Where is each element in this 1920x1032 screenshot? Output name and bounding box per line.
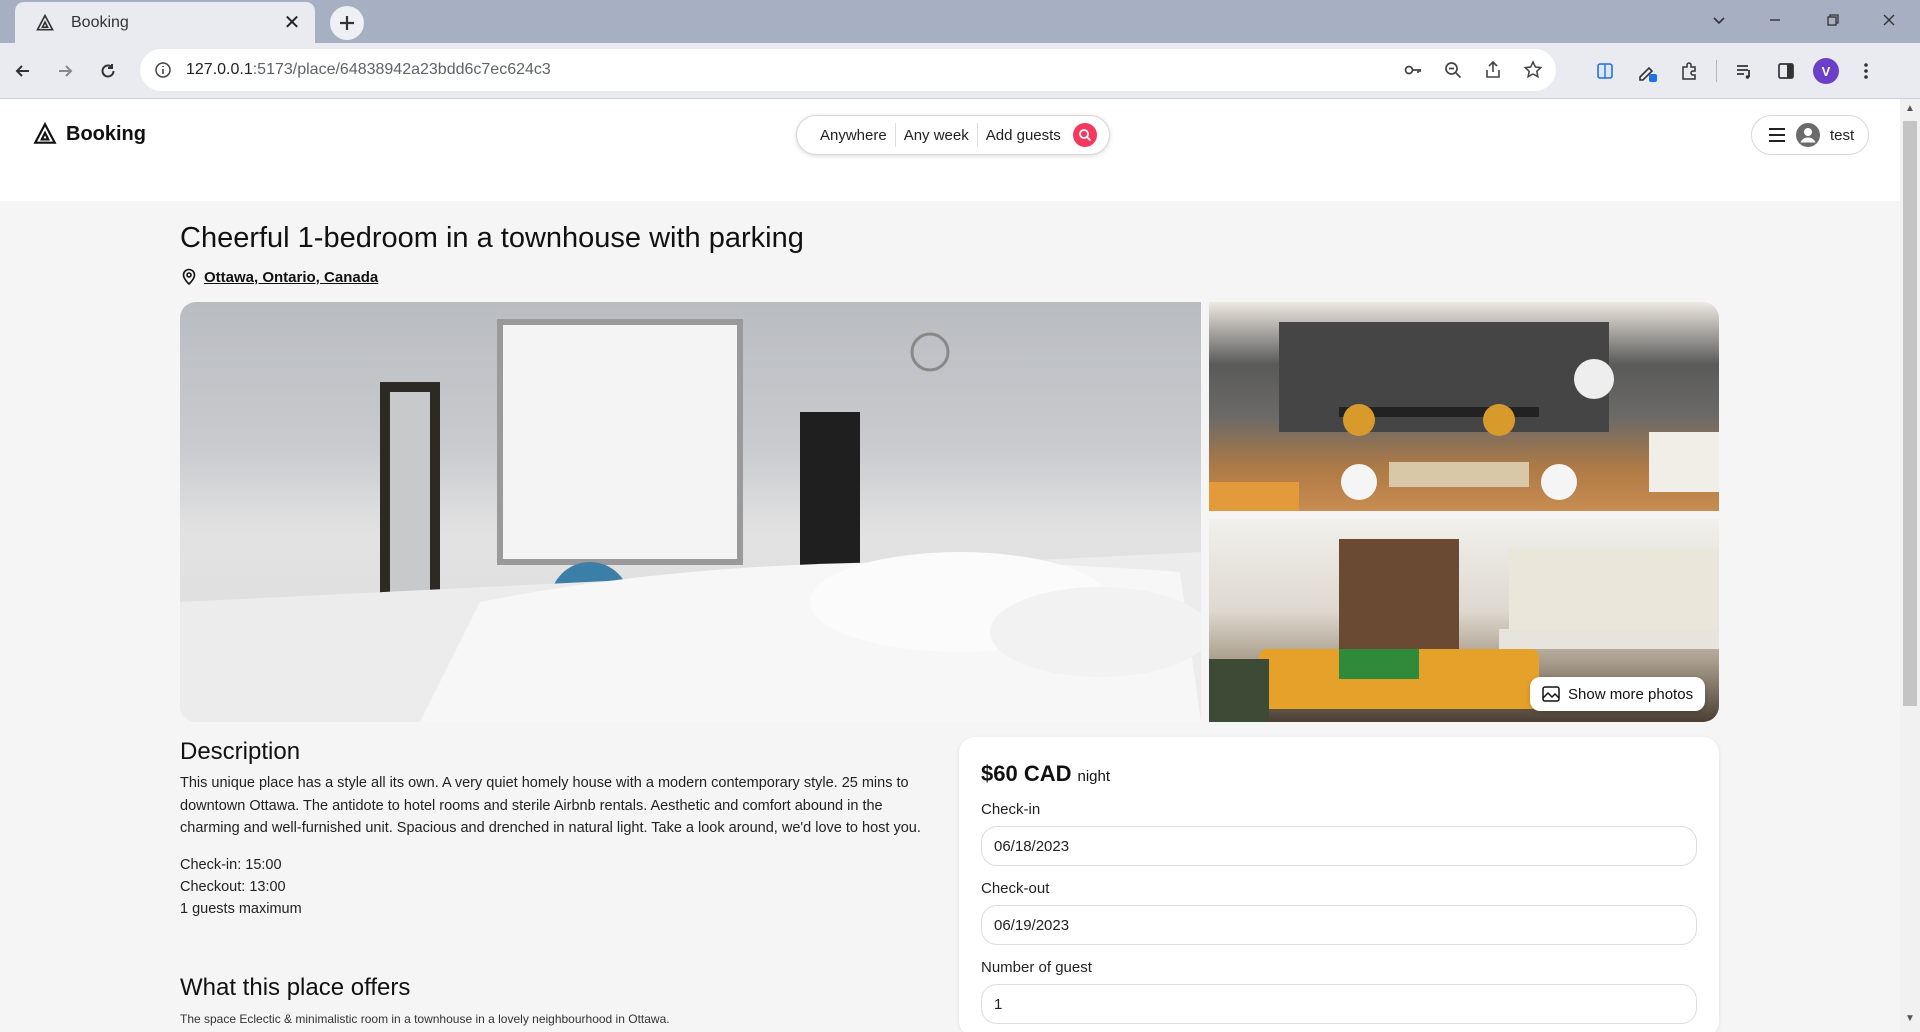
tab-search-button[interactable] — [1696, 0, 1742, 40]
image-icon — [1542, 686, 1560, 702]
show-more-photos-button[interactable]: Show more photos — [1530, 677, 1706, 711]
browser-tab-bar: Booking ✕ — [0, 0, 1920, 43]
bookmark-star-icon[interactable] — [1518, 55, 1548, 85]
reload-button[interactable] — [90, 53, 126, 89]
search-when[interactable]: Any week — [896, 127, 977, 144]
guests-input[interactable]: 1 — [981, 984, 1697, 1024]
checkout-label: Check-out — [981, 880, 1050, 897]
check-out-time: Checkout: 13:00 — [180, 878, 286, 895]
profile-avatar[interactable]: V — [1813, 58, 1839, 84]
main-photo-bedroom[interactable] — [180, 302, 1201, 722]
arrow-left-icon — [15, 65, 29, 77]
photo-gallery: Show more photos — [180, 302, 1719, 722]
key-icon[interactable] — [1398, 55, 1428, 85]
forward-button[interactable] — [47, 53, 83, 89]
tab-title: Booking — [71, 13, 129, 31]
browser-menu-icon[interactable] — [1851, 56, 1881, 86]
restore-button[interactable] — [1810, 0, 1856, 40]
puzzle-extensions-icon[interactable] — [1674, 56, 1704, 86]
description-heading: Description — [180, 738, 301, 765]
browser-toolbar: 127.0.0.1:5173/place/64838942a23bdd6c7ec… — [0, 43, 1920, 99]
close-icon — [1883, 14, 1895, 26]
site-logo[interactable]: Booking — [32, 121, 146, 147]
price-line: $60 CAD night — [981, 761, 1697, 787]
app-header: Booking Anywhere Any week Add guests tes… — [0, 99, 1900, 201]
price-value: $60 CAD — [981, 761, 1072, 786]
place-facts: Check-in: 15:00 Checkout: 13:00 1 guests… — [180, 854, 940, 920]
user-avatar-icon — [1796, 123, 1820, 147]
bedroom-image — [180, 319, 1201, 722]
map-pin-icon — [182, 268, 196, 286]
description-section: Description This unique place has a styl… — [180, 738, 940, 920]
price-unit: night — [1077, 768, 1111, 785]
checkin-date-input[interactable]: 06/18/2023 — [981, 826, 1697, 866]
close-tab-icon[interactable]: ✕ — [281, 12, 303, 34]
info-icon[interactable] — [154, 61, 172, 79]
new-tab-button[interactable] — [330, 6, 364, 40]
toolbar-separator — [1716, 60, 1717, 82]
guests-label: Number of guest — [981, 959, 1092, 976]
location-link[interactable]: Ottawa, Ontario, Canada — [204, 269, 378, 286]
logo-text: Booking — [66, 122, 146, 145]
description-text: This unique place has a style all its ow… — [180, 775, 921, 836]
restore-icon — [1827, 14, 1839, 26]
checkin-label: Check-in — [981, 801, 1041, 818]
chevron-down-icon — [1713, 17, 1725, 25]
extensions-area: V — [1590, 56, 1881, 86]
scrollbar-thumb[interactable] — [1903, 121, 1917, 706]
place-title: Cheerful 1-bedroom in a townhouse with p… — [180, 222, 804, 254]
page-scrollbar[interactable]: ▲ ▼ — [1900, 99, 1920, 1032]
minimize-button[interactable] — [1752, 0, 1798, 40]
search-bar[interactable]: Anywhere Any week Add guests — [796, 115, 1110, 155]
plus-icon — [340, 16, 354, 30]
scroll-up-arrow-icon[interactable]: ▲ — [1905, 103, 1915, 114]
search-button[interactable] — [1072, 123, 1097, 147]
url-text: 127.0.0.1:5173/place/64838942a23bdd6c7ec… — [186, 61, 551, 78]
offers-section: What this place offers The space Eclecti… — [180, 974, 940, 1026]
check-in-time: Check-in: 15:00 — [180, 856, 282, 873]
search-guests[interactable]: Add guests — [978, 127, 1069, 144]
offers-text: The space Eclectic & minimalistic room i… — [180, 1012, 670, 1026]
user-name: test — [1830, 126, 1855, 144]
reading-mode-icon[interactable] — [1590, 56, 1620, 86]
search-icon — [1078, 129, 1091, 142]
user-menu-button[interactable]: test — [1751, 115, 1870, 155]
booking-logo-icon — [36, 13, 54, 30]
close-window-button[interactable] — [1866, 0, 1912, 40]
photo-dining-room[interactable] — [1209, 302, 1719, 511]
dining-room-image — [1209, 322, 1719, 511]
checkout-date-input[interactable]: 06/19/2023 — [981, 905, 1697, 945]
show-more-photos-label: Show more photos — [1568, 685, 1694, 703]
zoom-out-icon[interactable] — [1438, 55, 1468, 85]
address-bar-actions — [1398, 49, 1548, 91]
back-button[interactable] — [5, 53, 41, 89]
booking-widget: $60 CAD night Check-in 06/18/2023 Check-… — [959, 737, 1719, 1032]
scroll-down-arrow-icon[interactable]: ▼ — [1905, 1013, 1915, 1024]
address-bar[interactable]: 127.0.0.1:5173/place/64838942a23bdd6c7ec… — [140, 49, 1556, 91]
reload-icon — [101, 64, 115, 78]
media-controls-icon[interactable] — [1729, 56, 1759, 86]
minimize-icon — [1770, 19, 1780, 21]
pen-extension-icon[interactable] — [1632, 56, 1662, 86]
side-panel-icon[interactable] — [1771, 56, 1801, 86]
offers-heading: What this place offers — [180, 974, 411, 1001]
arrow-right-icon — [59, 65, 73, 77]
browser-tab[interactable]: Booking ✕ — [15, 2, 315, 43]
place-location: Ottawa, Ontario, Canada — [180, 268, 378, 286]
hamburger-menu-icon — [1769, 128, 1785, 142]
share-icon[interactable] — [1478, 55, 1508, 85]
max-guests: 1 guests maximum — [180, 900, 302, 917]
search-where[interactable]: Anywhere — [812, 127, 895, 144]
booking-logo-icon — [33, 121, 57, 144]
